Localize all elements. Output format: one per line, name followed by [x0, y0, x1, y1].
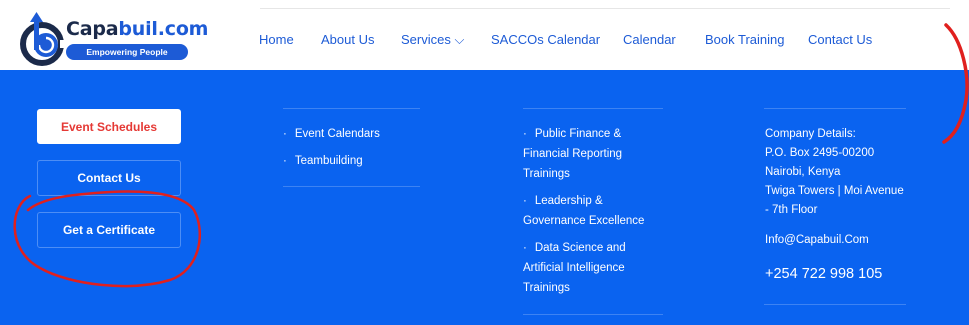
company-address-line1: P.O. Box 2495-00200 — [765, 147, 875, 159]
logo-title: Capabuil.com — [66, 18, 208, 40]
company-address-line3: Twiga Towers | Moi Avenue — [765, 185, 904, 197]
company-address-line2: Nairobi, Kenya — [765, 166, 841, 178]
nav-services[interactable]: Services ⌵ — [401, 32, 464, 48]
logo-title-part1: Capa — [66, 18, 119, 40]
header-divider — [260, 8, 950, 9]
nav-contact-us[interactable]: Contact Us — [808, 32, 872, 47]
link-label: Trainings — [523, 282, 570, 294]
col3-bottom-divider — [523, 314, 663, 315]
footer-section: Event Schedules Contact Us Get a Certifi… — [0, 70, 969, 325]
site-header: Capabuil.com Empowering People Home Abou… — [0, 0, 969, 70]
link-label: Leadership & — [534, 195, 603, 207]
nav-book-training[interactable]: Book Training — [705, 32, 785, 47]
nav-saccos-calendar[interactable]: SACCOs Calendar — [491, 32, 600, 47]
nav-about-us[interactable]: About Us — [321, 32, 374, 47]
bullet-icon: · — [283, 155, 287, 167]
bullet-icon: · — [283, 128, 287, 140]
link-teambuilding[interactable]: · Teambuilding — [283, 155, 363, 167]
link-label: Public Finance & — [534, 128, 622, 140]
link-label: Data Science and — [534, 242, 626, 254]
company-email-link[interactable]: Info@Capabuil.Com — [765, 234, 869, 246]
link-event-calendars[interactable]: · Event Calendars — [283, 128, 380, 140]
link-label: Event Calendars — [294, 128, 380, 140]
company-address-line4: - 7th Floor — [765, 204, 818, 216]
col4-top-divider — [764, 108, 906, 109]
nav-calendar[interactable]: Calendar — [623, 32, 676, 47]
bullet-icon: · — [523, 242, 527, 254]
link-label: Artificial Intelligence — [523, 262, 625, 274]
link-label: Financial Reporting — [523, 148, 623, 160]
col4-bottom-divider — [764, 304, 906, 305]
col2-bottom-divider — [283, 186, 420, 187]
bullet-icon: · — [523, 128, 527, 140]
link-label: Teambuilding — [294, 155, 363, 167]
link-label: Governance Excellence — [523, 215, 645, 227]
company-heading: Company Details: — [765, 128, 856, 140]
logo-mark-icon — [20, 12, 66, 66]
nav-home[interactable]: Home — [259, 32, 294, 47]
event-schedules-button[interactable]: Event Schedules — [37, 109, 181, 144]
get-certificate-button[interactable]: Get a Certificate — [37, 212, 181, 248]
col2-top-divider — [283, 108, 420, 109]
col3-top-divider — [523, 108, 663, 109]
logo[interactable]: Capabuil.com Empowering People — [20, 8, 208, 68]
logo-title-part2: buil.com — [118, 18, 209, 40]
bullet-icon: · — [523, 195, 527, 207]
contact-us-button[interactable]: Contact Us — [37, 160, 181, 196]
link-label: Trainings — [523, 168, 570, 180]
logo-tagline: Empowering People — [66, 44, 188, 60]
company-phone-link[interactable]: +254 722 998 105 — [765, 266, 882, 282]
